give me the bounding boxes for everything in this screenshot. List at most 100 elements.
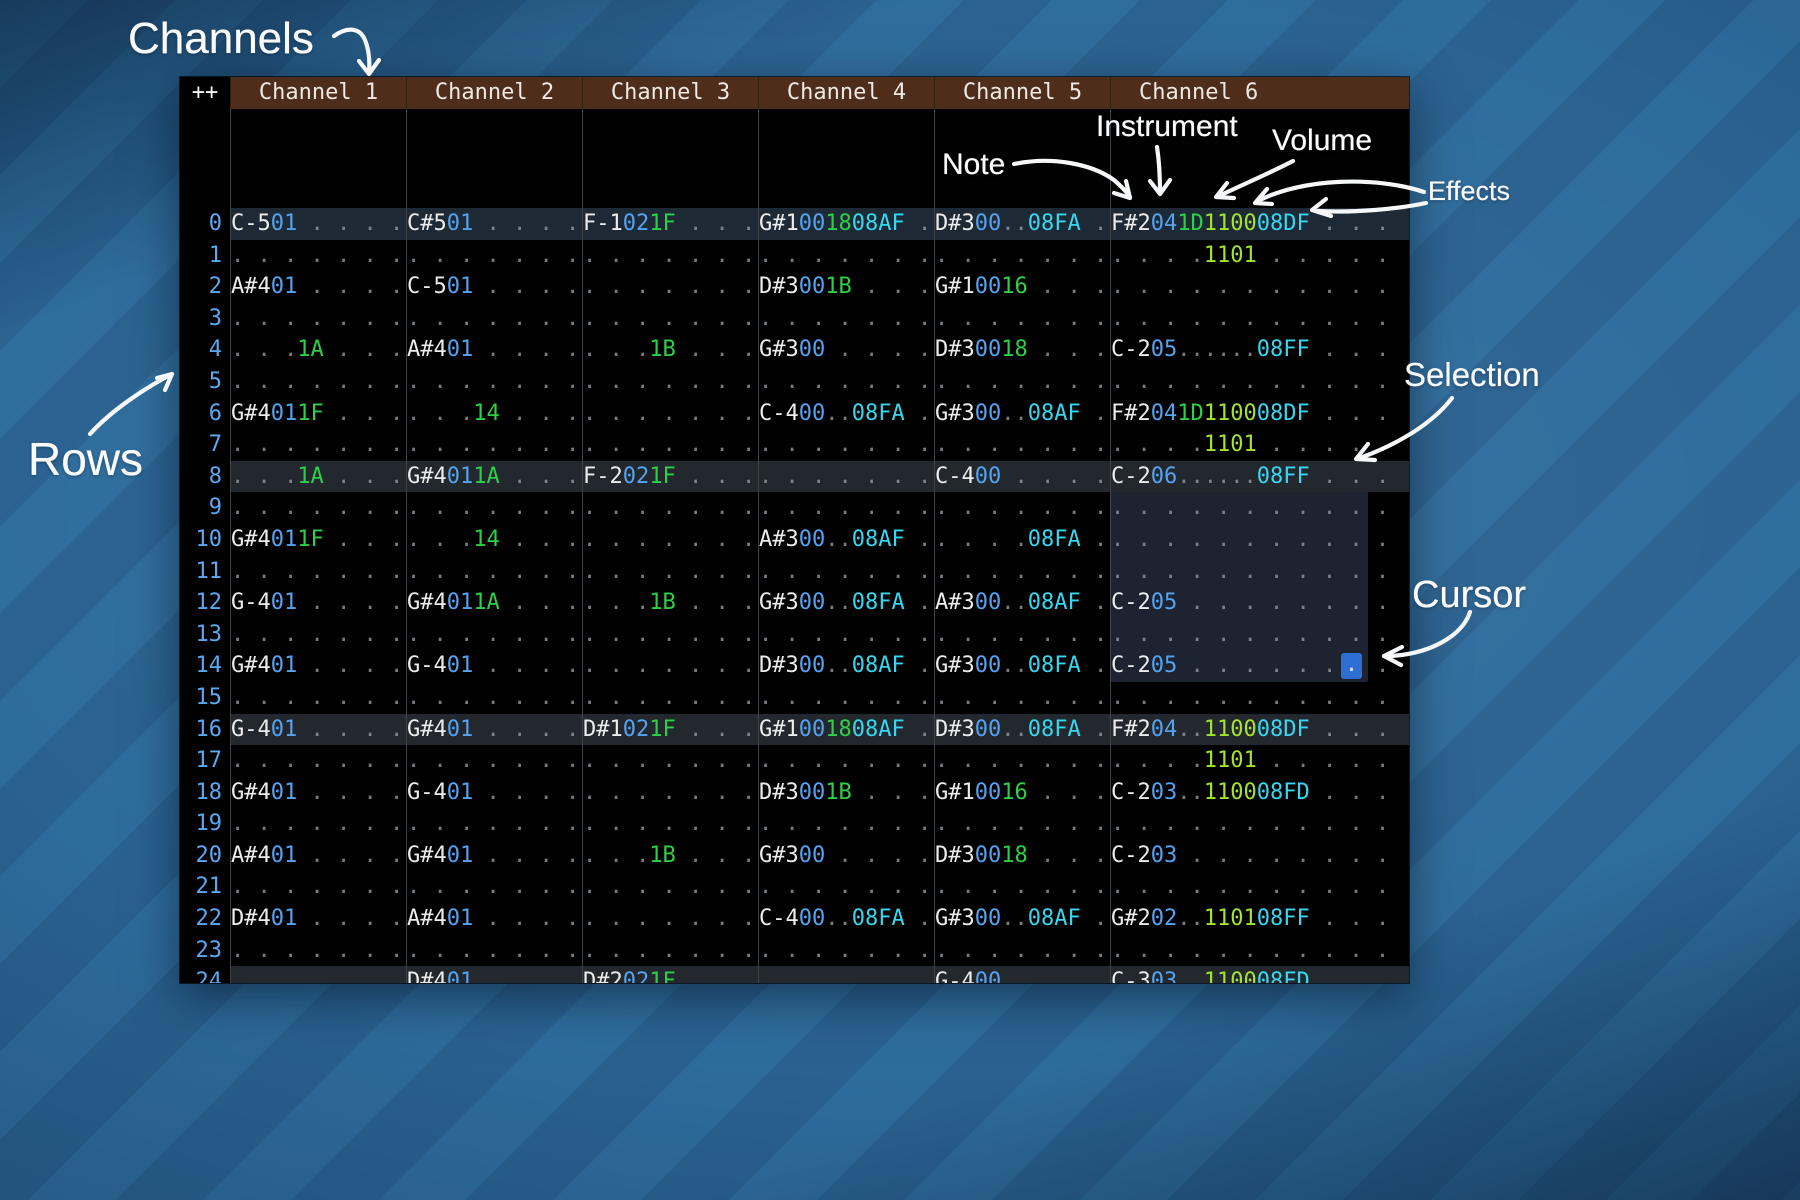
pattern-cell[interactable]: D#1021F . . . bbox=[582, 714, 758, 746]
pattern-cell[interactable]: . . . . . . . bbox=[230, 619, 406, 651]
pattern-cell[interactable]: . . . . . . . bbox=[230, 366, 406, 398]
channel-header-3[interactable]: Channel 3 bbox=[582, 77, 758, 109]
pattern-cell[interactable]: G#1001808AF . bbox=[758, 208, 934, 240]
pattern-cell[interactable]: . . . . . . . bbox=[934, 366, 1110, 398]
pattern-cell[interactable]: . . . . . . . bbox=[582, 682, 758, 714]
pattern-cell[interactable]: . . . . . . . bbox=[406, 240, 582, 272]
pattern-cell[interactable]: G#4011A . . . bbox=[406, 461, 582, 493]
pattern-cell[interactable]: D#300..08AF . bbox=[758, 650, 934, 682]
pattern-cell[interactable]: . . . . . . . bbox=[230, 429, 406, 461]
pattern-cell[interactable]: . . . . . . . bbox=[582, 398, 758, 430]
pattern-cell[interactable]: A#401 . . . . bbox=[230, 840, 406, 872]
pattern-row-3[interactable]: 3. . . . . . .. . . . . . .. . . . . . .… bbox=[180, 303, 1409, 335]
pattern-cell[interactable]: G#401 . . . . bbox=[230, 777, 406, 809]
pattern-cell[interactable]: . . .1B . . . bbox=[582, 840, 758, 872]
pattern-cell[interactable]: . . . . . . . bbox=[934, 492, 1110, 524]
pattern-cell[interactable]: . . . . . . . bbox=[934, 745, 1110, 777]
pattern-cell[interactable]: D#30018 . . . bbox=[934, 334, 1110, 366]
pattern-cell[interactable]: . . . . . . . bbox=[406, 745, 582, 777]
pattern-cell[interactable]: . . . . . . . bbox=[758, 303, 934, 335]
pattern-cell[interactable]: . . . . . . . bbox=[582, 240, 758, 272]
pattern-cell[interactable]: . . .14 . . . bbox=[406, 398, 582, 430]
pattern-cell[interactable]: . . . . . . . bbox=[230, 682, 406, 714]
pattern-cell[interactable]: . . .14 . . . bbox=[406, 524, 582, 556]
pattern-cell[interactable]: D#30018 . . . bbox=[934, 840, 1110, 872]
pattern-cell[interactable]: . . . . . . . bbox=[934, 240, 1110, 272]
pattern-cell[interactable]: D#401 . . . . bbox=[230, 903, 406, 935]
pattern-cell[interactable]: . . . . . . . bbox=[758, 808, 934, 840]
pattern-cell[interactable]: . . . .1101 . . . . . bbox=[1110, 429, 1409, 461]
pattern-cell[interactable]: . . . . . . . bbox=[582, 366, 758, 398]
pattern-cell[interactable]: . . . . . . . bbox=[406, 682, 582, 714]
pattern-row-24[interactable]: 24. . . . . . .D#401 . . . .D#2021F . . … bbox=[180, 966, 1409, 983]
pattern-row-19[interactable]: 19. . . . . . .. . . . . . .. . . . . . … bbox=[180, 808, 1409, 840]
pattern-cell[interactable]: . . . . . . . . . . . bbox=[1110, 682, 1409, 714]
pattern-cell[interactable]: G#300 . . . . bbox=[758, 334, 934, 366]
pattern-cell[interactable]: . . . . . . . . . . . bbox=[1110, 808, 1409, 840]
pattern-cell[interactable]: G#4011A . . . bbox=[406, 587, 582, 619]
pattern-cell[interactable]: F#204..110008DF . . . bbox=[1110, 714, 1409, 746]
pattern-cell[interactable]: D#300..08FA . bbox=[934, 714, 1110, 746]
pattern-cell[interactable]: . . . . . . . bbox=[934, 303, 1110, 335]
pattern-cell[interactable]: G-401 . . . . bbox=[230, 714, 406, 746]
pattern-cell[interactable]: . . .1B . . . bbox=[582, 587, 758, 619]
pattern-cell[interactable]: A#401 . . . . bbox=[406, 334, 582, 366]
pattern-cell[interactable]: . . .1A . . . bbox=[230, 461, 406, 493]
pattern-row-16[interactable]: 16G-401 . . . .G#401 . . . .D#1021F . . … bbox=[180, 714, 1409, 746]
pattern-cell[interactable]: . . . . . . . . . . . bbox=[1110, 271, 1409, 303]
pattern-row-18[interactable]: 18G#401 . . . .G-401 . . . .. . . . . . … bbox=[180, 777, 1409, 809]
pattern-cell[interactable]: . . . . . . . . . . . bbox=[1110, 556, 1409, 588]
pattern-row-13[interactable]: 13. . . . . . .. . . . . . .. . . . . . … bbox=[180, 619, 1409, 651]
pattern-cell[interactable]: . . . . . . . bbox=[230, 492, 406, 524]
pattern-cell[interactable]: . . . . . . . . . . . bbox=[1110, 366, 1409, 398]
pattern-cell[interactable]: G-401 . . . . bbox=[406, 777, 582, 809]
pattern-cell[interactable]: G#10016 . . . bbox=[934, 777, 1110, 809]
pattern-row-4[interactable]: 4. . .1A . . .A#401 . . . .. . .1B . . .… bbox=[180, 334, 1409, 366]
pattern-cell[interactable]: . . . . . . . bbox=[230, 808, 406, 840]
pattern-cell[interactable]: . . . . . . . . . . . bbox=[1110, 492, 1409, 524]
pattern-cell[interactable]: . . . . . . . bbox=[758, 619, 934, 651]
pattern-cell[interactable]: . . . . . . . bbox=[406, 429, 582, 461]
pattern-row-6[interactable]: 6G#4011F . . .. . .14 . . .. . . . . . .… bbox=[180, 398, 1409, 430]
pattern-cell[interactable]: . . . . . . . bbox=[582, 271, 758, 303]
pattern-cell[interactable]: . . . . . . . bbox=[582, 429, 758, 461]
pattern-row-10[interactable]: 10G#4011F . . .. . .14 . . .. . . . . . … bbox=[180, 524, 1409, 556]
pattern-cell[interactable]: G#202..110108FF . . . bbox=[1110, 903, 1409, 935]
pattern-cell[interactable]: . . . . . . . bbox=[934, 556, 1110, 588]
pattern-cell[interactable]: . . . . . . . bbox=[582, 619, 758, 651]
pattern-cell[interactable]: A#401 . . . . bbox=[406, 903, 582, 935]
pattern-cell[interactable]: . . . . . . . bbox=[582, 492, 758, 524]
pattern-cell[interactable]: G#300..08FA . bbox=[934, 650, 1110, 682]
pattern-row-14[interactable]: 14G#401 . . . .G-401 . . . .. . . . . . … bbox=[180, 650, 1409, 682]
pattern-cell[interactable]: G-400 . . . . bbox=[934, 966, 1110, 983]
pattern-cell[interactable]: . . . . . . . bbox=[406, 556, 582, 588]
pattern-cell[interactable]: . . . . . . . . . . . bbox=[1110, 619, 1409, 651]
pattern-cell[interactable]: . . . . . . . bbox=[582, 303, 758, 335]
pattern-cell[interactable]: D#300..08FA . bbox=[934, 208, 1110, 240]
pattern-row-12[interactable]: 12G-401 . . . .G#4011A . . .. . .1B . . … bbox=[180, 587, 1409, 619]
pattern-cell[interactable]: C-205......08FF . . . bbox=[1110, 334, 1409, 366]
pattern-row-21[interactable]: 21. . . . . . .. . . . . . .. . . . . . … bbox=[180, 871, 1409, 903]
pattern-cell[interactable]: G#4011F . . . bbox=[230, 524, 406, 556]
pattern-cell[interactable]: . . . . . . . . . . . bbox=[1110, 524, 1409, 556]
pattern-row-0[interactable]: 0C-501 . . . .C#501 . . . .F-1021F . . .… bbox=[180, 208, 1409, 240]
pattern-cell[interactable]: . . . . . . . bbox=[582, 745, 758, 777]
pattern-cell[interactable]: . . . . . . . bbox=[934, 935, 1110, 967]
pattern-row-17[interactable]: 17. . . . . . .. . . . . . .. . . . . . … bbox=[180, 745, 1409, 777]
pattern-cell[interactable]: G-401 . . . . bbox=[406, 650, 582, 682]
pattern-cell[interactable]: . . . . . . . bbox=[406, 619, 582, 651]
pattern-cell[interactable]: G#4011F . . . bbox=[230, 398, 406, 430]
pattern-cell[interactable]: . . . . . . . bbox=[934, 682, 1110, 714]
pattern-cell[interactable]: . . . . . . . bbox=[230, 935, 406, 967]
pattern-cell[interactable]: . . . .08FA . bbox=[934, 524, 1110, 556]
pattern-cell[interactable]: . . . . . . . bbox=[582, 524, 758, 556]
pattern-cell[interactable]: C-400..08FA . bbox=[758, 398, 934, 430]
pattern-cell[interactable]: . . . . . . . bbox=[934, 871, 1110, 903]
pattern-row-5[interactable]: 5. . . . . . .. . . . . . .. . . . . . .… bbox=[180, 366, 1409, 398]
channel-header-4[interactable]: Channel 4 bbox=[758, 77, 934, 109]
pattern-cell[interactable]: F-2021F . . . bbox=[582, 461, 758, 493]
pattern-cell[interactable]: C-400 . . . . bbox=[934, 461, 1110, 493]
pattern-cell[interactable]: C#501 . . . . bbox=[406, 208, 582, 240]
pattern-cell[interactable]: C-203 . . . . . . . . bbox=[1110, 840, 1409, 872]
pattern-cell[interactable]: . . . . . . . bbox=[406, 492, 582, 524]
